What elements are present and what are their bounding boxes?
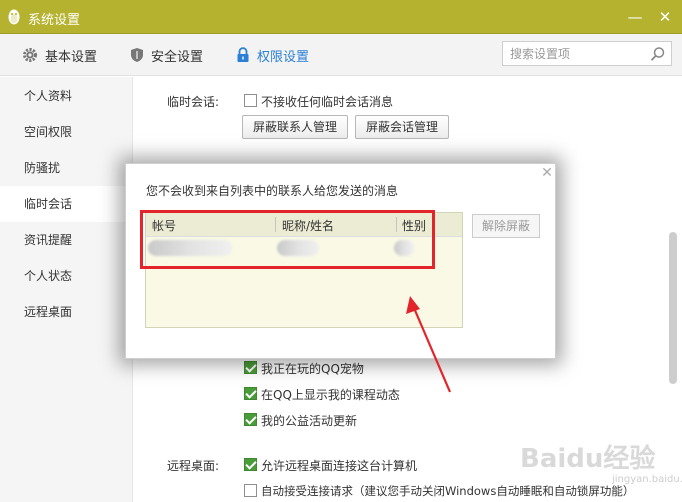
close-icon[interactable]: ✕	[654, 6, 676, 28]
sidebar-item-temp-chat[interactable]: 临时会话	[0, 186, 133, 222]
search-box[interactable]	[502, 41, 672, 66]
unblock-button[interactable]: 解除屏蔽	[472, 214, 540, 238]
course-activity-checkbox[interactable]	[244, 387, 257, 400]
temp-chat-label: 临时会话:	[167, 95, 220, 109]
auto-accept-checkbox[interactable]	[244, 484, 257, 497]
search-input[interactable]	[503, 42, 643, 65]
sidebar-item-anti-harassment[interactable]: 防骚扰	[0, 150, 133, 186]
sidebar-item-remote-desktop[interactable]: 远程桌面	[0, 294, 133, 330]
tab-label: 基本设置	[45, 49, 98, 65]
qq-penguin-icon	[8, 9, 20, 25]
no-temp-chat-checkbox[interactable]	[244, 94, 257, 107]
title-bar: 系统设置 — ✕	[0, 0, 682, 34]
watermark: Baidu经验	[520, 444, 656, 474]
no-temp-chat-text: 不接收任何临时会话消息	[261, 95, 394, 109]
gear-icon	[23, 48, 37, 62]
charity-updates-text: 我的公益活动更新	[261, 414, 358, 428]
tab-security-settings[interactable]: 安全设置	[130, 34, 203, 76]
course-activity-text: 在QQ上显示我的课程动态	[261, 388, 400, 402]
tab-label: 权限设置	[257, 49, 310, 65]
tab-basic-settings[interactable]: 基本设置	[22, 34, 97, 76]
close-icon[interactable]: ✕	[538, 164, 556, 182]
content-scrollbar[interactable]	[669, 232, 677, 384]
settings-tabs: 基本设置 安全设置 权限设置	[0, 34, 682, 76]
sidebar-item-space-permission[interactable]: 空间权限	[0, 114, 133, 150]
auto-accept-text: 自动接受连接请求（建议您手动关闭Windows自动睡眠和自动锁屏功能）	[261, 484, 635, 498]
dialog-title: 您不会收到来自列表中的联系人给您发送的消息	[146, 184, 399, 198]
charity-updates-checkbox[interactable]	[244, 413, 257, 426]
sidebar-item-personal-status[interactable]: 个人状态	[0, 258, 133, 294]
remote-desktop-label: 远程桌面:	[167, 459, 220, 473]
sidebar-item-news-alerts[interactable]: 资讯提醒	[0, 222, 133, 258]
search-icon[interactable]	[650, 46, 666, 62]
shield-icon	[131, 48, 143, 62]
tab-label: 安全设置	[151, 49, 204, 65]
tab-permission-settings[interactable]: 权限设置	[236, 34, 309, 76]
minimize-icon[interactable]: —	[624, 6, 646, 28]
highlight-box	[140, 210, 435, 269]
qq-pet-checkbox[interactable]	[244, 361, 257, 374]
watermark-url: jingyan.baidu.com	[612, 474, 682, 485]
block-sessions-button[interactable]: 屏蔽会话管理	[355, 115, 450, 139]
sidebar: 个人资料 空间权限 防骚扰 临时会话 资讯提醒 个人状态 远程桌面	[0, 77, 133, 502]
window-title: 系统设置	[28, 13, 81, 28]
lock-icon	[237, 47, 249, 62]
block-contacts-button[interactable]: 屏蔽联系人管理	[242, 115, 349, 139]
allow-remote-text: 允许远程桌面连接这台计算机	[261, 459, 418, 473]
qq-pet-text: 我正在玩的QQ宠物	[261, 362, 364, 376]
allow-remote-checkbox[interactable]	[244, 458, 257, 471]
sidebar-item-profile[interactable]: 个人资料	[0, 78, 133, 114]
